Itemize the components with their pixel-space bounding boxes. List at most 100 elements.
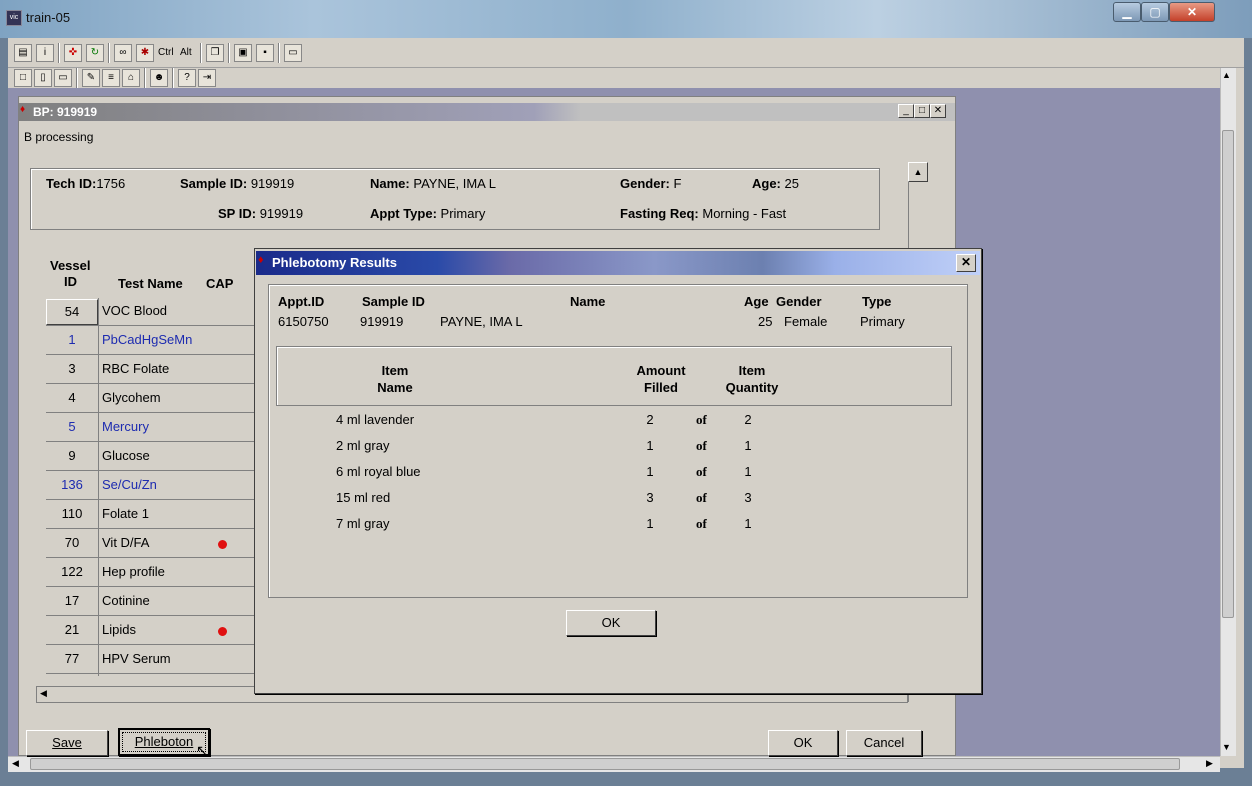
test-name: Se/Cu/Zn xyxy=(102,477,157,492)
toolbar-separator xyxy=(172,68,174,88)
app-icon: vic xyxy=(6,10,22,26)
item-name-header-line1: Item xyxy=(381,363,409,378)
refresh-icon[interactable]: ↻ xyxy=(86,44,104,62)
dialog-icon: ♦ xyxy=(258,254,264,266)
dialog-sample-id-value: 919919 xyxy=(360,314,404,329)
robot-icon[interactable]: ✱ xyxy=(136,44,154,62)
grid-scroll-up-icon[interactable]: ▲ xyxy=(908,162,928,182)
dialog-type-value: Primary xyxy=(860,314,905,329)
item-name: 6 ml royal blue xyxy=(336,464,421,479)
scroll-up-icon[interactable]: ▲ xyxy=(1222,70,1231,80)
target-icon[interactable]: ✜ xyxy=(64,44,82,62)
hdr-sample-id: Sample ID xyxy=(362,294,425,309)
document-icon[interactable]: ▯ xyxy=(34,69,52,87)
window-icon[interactable]: ▭ xyxy=(284,44,302,62)
gender-value: F xyxy=(673,176,682,191)
toolbar-separator xyxy=(76,68,78,88)
item-amount-filled: 1 xyxy=(646,516,654,531)
new-icon[interactable]: □ xyxy=(14,69,32,87)
alt-key-icon[interactable]: Alt xyxy=(180,47,192,58)
scroll-down-icon[interactable]: ▼ xyxy=(1222,742,1231,752)
test-name: Glycohem xyxy=(102,390,161,405)
window-title: train-05 xyxy=(26,10,71,25)
bp-maximize-button[interactable]: □ xyxy=(914,104,930,118)
item-of-label: of xyxy=(696,438,707,453)
test-name: VOC Blood xyxy=(102,303,168,318)
vessel-id: 110 xyxy=(61,506,83,521)
toolbar-separator xyxy=(278,43,280,63)
list-icon[interactable]: ≡ xyxy=(102,69,120,87)
item-quantity-header: Item Quantity xyxy=(712,362,792,396)
copy-icon[interactable]: ❐ xyxy=(206,44,224,62)
grid-scroll-left-icon[interactable]: ◀ xyxy=(40,688,47,699)
test-name: Cotinine xyxy=(102,593,150,608)
qty-header-line1: Item xyxy=(738,363,766,378)
tag-icon[interactable]: ⌂ xyxy=(122,69,140,87)
vessel-id: 54 xyxy=(46,299,98,325)
dialog-ok-button[interactable]: OK xyxy=(566,610,656,636)
vessel-id: 21 xyxy=(64,622,80,637)
bp-ok-button[interactable]: OK xyxy=(768,730,838,756)
vessel-id: 4 xyxy=(68,390,76,405)
cap-indicator-icon xyxy=(218,627,227,636)
pen-icon[interactable]: ✎ xyxy=(82,69,100,87)
name-label: Name: xyxy=(370,176,410,191)
item-name: 2 ml gray xyxy=(336,438,390,453)
tech-id-label: Tech ID: xyxy=(46,176,97,191)
scroll-left-icon[interactable]: ◀ xyxy=(12,758,19,769)
item-quantity: 1 xyxy=(744,464,752,479)
glasses-icon[interactable]: ∞ xyxy=(114,44,132,62)
amount-filled-header: Amount Filled xyxy=(616,362,706,396)
test-name: Glucose xyxy=(102,448,150,463)
scroll-right-icon[interactable]: ▶ xyxy=(1206,758,1213,769)
minimize-button[interactable]: ▁ xyxy=(1113,2,1141,22)
close-button[interactable]: ✕ xyxy=(1169,2,1215,22)
ctrl-key-icon[interactable]: Ctrl xyxy=(158,47,174,58)
hdr-appt-id: Appt.ID xyxy=(278,294,325,309)
item-name: 4 ml lavender xyxy=(336,412,415,427)
age-label: Age: xyxy=(752,176,781,191)
toolbar-separator xyxy=(228,43,230,63)
col-id-header: ID xyxy=(64,274,77,289)
amount-header-line1: Amount xyxy=(636,363,686,378)
test-name: RBC Folate xyxy=(102,361,170,376)
bp-close-button[interactable]: ✕ xyxy=(930,104,946,118)
properties-icon[interactable]: ▤ xyxy=(14,44,32,62)
dialog-close-button[interactable]: ✕ xyxy=(956,254,976,272)
save-button[interactable]: Save xyxy=(26,730,108,756)
test-name: Folate 1 xyxy=(102,506,149,521)
item-amount-filled: 1 xyxy=(646,438,654,453)
gender-label: Gender: xyxy=(620,176,670,191)
bp-cancel-button[interactable]: Cancel xyxy=(846,730,922,756)
sp-id-label: SP ID: xyxy=(218,206,257,221)
hdr-gender: Gender xyxy=(776,294,822,309)
bp-minimize-button[interactable]: _ xyxy=(898,104,914,118)
toolbar-separator xyxy=(200,43,202,63)
toolbar-main: ▤ i ✜ ↻ ∞ ✱ Ctrl Alt ❐ ▣ ▪ ▭ xyxy=(8,38,1244,68)
tech-id-value: 1756 xyxy=(96,176,126,191)
col-vessel-header: Vessel xyxy=(50,258,91,273)
info-icon[interactable]: i xyxy=(36,44,54,62)
appt-id-value: 6150750 xyxy=(278,314,329,329)
windows-icon[interactable]: ▣ xyxy=(234,44,252,62)
sp-id-value: 919919 xyxy=(259,206,304,221)
save-button-label: Save xyxy=(52,735,82,750)
bp-window-title: BP: 919919 xyxy=(19,103,955,121)
toolbar-secondary: □ ▯ ▭ ✎ ≡ ⌂ ☻ ? ⇥ xyxy=(8,68,1244,88)
tray-icon[interactable]: ▭ xyxy=(54,69,72,87)
test-name: HPV Serum xyxy=(102,651,171,666)
item-quantity: 2 xyxy=(744,412,752,427)
exit-icon[interactable]: ⇥ xyxy=(198,69,216,87)
test-name: Mercury xyxy=(102,419,149,434)
item-name: 7 ml gray xyxy=(336,516,390,531)
vessel-id: 1 xyxy=(68,332,76,347)
bp-window-icon: ♦ xyxy=(20,104,26,115)
main-horizontal-scroll-thumb[interactable] xyxy=(30,758,1180,770)
age-value: 25 xyxy=(784,176,799,191)
maximize-button[interactable]: ▢ xyxy=(1141,2,1169,22)
users-icon[interactable]: ☻ xyxy=(150,69,168,87)
main-vertical-scroll-thumb[interactable] xyxy=(1222,130,1234,618)
help-icon[interactable]: ? xyxy=(178,69,196,87)
qty-header-line2: Quantity xyxy=(725,380,779,395)
save-disk-icon[interactable]: ▪ xyxy=(256,44,274,62)
